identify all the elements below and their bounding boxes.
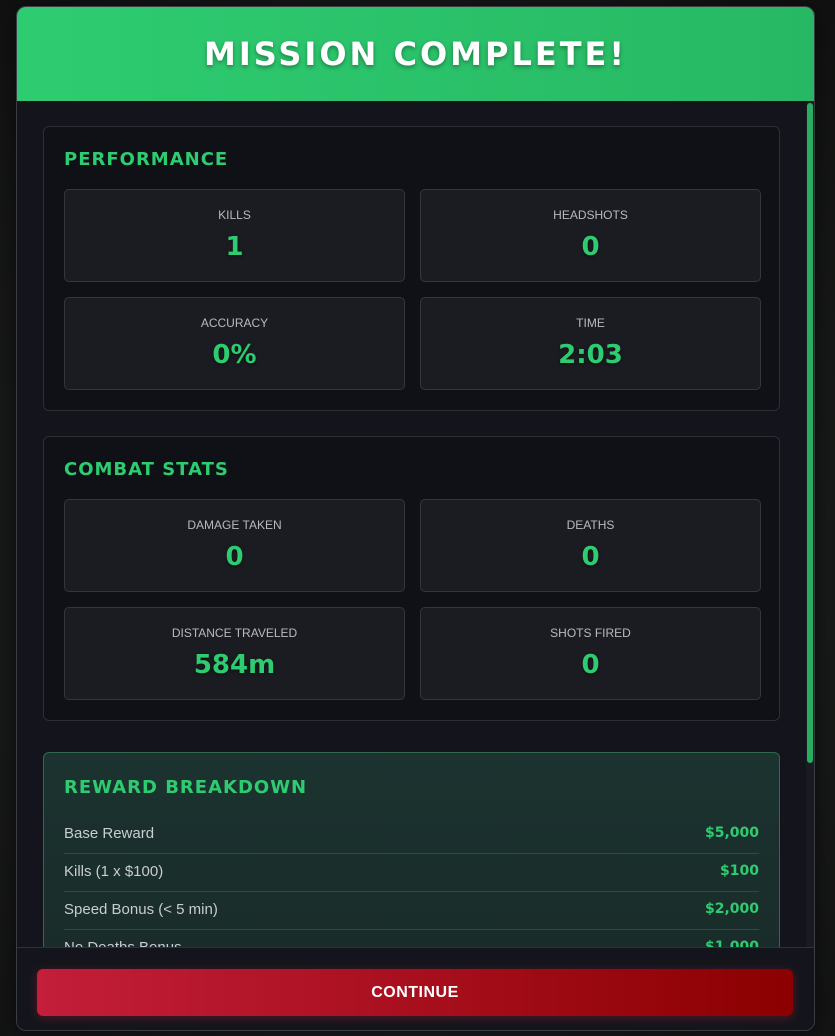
reward-row-base: Base Reward $5,000 — [64, 816, 759, 854]
reward-row-speed-bonus: Speed Bonus (< 5 min) $2,000 — [64, 892, 759, 930]
stat-label: ACCURACY — [200, 316, 269, 330]
modal-header: MISSION COMPLETE! — [17, 7, 814, 101]
stat-label: DISTANCE TRAVELED — [171, 626, 298, 640]
scrollbar-thumb[interactable] — [807, 103, 813, 763]
stat-label: DEATHS — [566, 518, 615, 532]
stat-value: 0 — [581, 232, 600, 262]
stat-label: KILLS — [218, 208, 251, 222]
combat-stats-title: COMBAT STATS — [64, 459, 229, 480]
reward-label: Kills (1 x $100) — [64, 863, 164, 880]
reward-value: $5,000 — [704, 825, 759, 841]
reward-row-no-deaths-bonus: No Deaths Bonus $1,000 — [64, 930, 759, 947]
stat-value: 0 — [225, 542, 244, 572]
stat-value: 2:03 — [558, 340, 623, 370]
stat-card-accuracy: ACCURACY 0% — [64, 297, 405, 390]
reward-label: Base Reward — [64, 825, 155, 842]
performance-section: PERFORMANCE KILLS 1 HEADSHOTS 0 ACCURACY… — [43, 126, 780, 411]
reward-row-kills: Kills (1 x $100) $100 — [64, 854, 759, 892]
stat-card-time: TIME 2:03 — [420, 297, 761, 390]
modal-footer: CONTINUE — [17, 947, 814, 1030]
stat-card-kills: KILLS 1 — [64, 189, 405, 282]
reward-breakdown-title: REWARD BREAKDOWN — [64, 777, 308, 798]
stat-value: 0 — [581, 542, 600, 572]
continue-button[interactable]: CONTINUE — [37, 969, 793, 1016]
stat-label: SHOTS FIRED — [550, 626, 631, 640]
stat-card-shots-fired: SHOTS FIRED 0 — [420, 607, 761, 700]
stat-card-damage-taken: DAMAGE TAKEN 0 — [64, 499, 405, 592]
mission-complete-modal: MISSION COMPLETE! PERFORMANCE KILLS 1 HE… — [16, 6, 815, 1031]
reward-label: Speed Bonus (< 5 min) — [64, 901, 218, 918]
stat-value: 0 — [581, 650, 600, 680]
reward-label: No Deaths Bonus — [64, 939, 182, 947]
reward-value: $1,000 — [704, 939, 759, 947]
reward-value: $100 — [720, 863, 759, 879]
stat-value: 1 — [225, 232, 244, 262]
stat-label: TIME — [576, 316, 605, 330]
stat-label: HEADSHOTS — [553, 208, 628, 222]
stat-label: DAMAGE TAKEN — [187, 518, 282, 532]
combat-stats-section: COMBAT STATS DAMAGE TAKEN 0 DEATHS 0 DIS… — [43, 436, 780, 721]
modal-title: MISSION COMPLETE! — [204, 35, 627, 73]
reward-breakdown-section: REWARD BREAKDOWN Base Reward $5,000 Kill… — [43, 752, 780, 947]
reward-value: $2,000 — [704, 901, 759, 917]
stat-card-distance-traveled: DISTANCE TRAVELED 584m — [64, 607, 405, 700]
stat-value: 0% — [212, 340, 257, 370]
stat-card-deaths: DEATHS 0 — [420, 499, 761, 592]
results-scroll-area[interactable]: PERFORMANCE KILLS 1 HEADSHOTS 0 ACCURACY… — [17, 101, 814, 947]
performance-title: PERFORMANCE — [64, 149, 229, 170]
stat-value: 584m — [193, 650, 276, 680]
stat-card-headshots: HEADSHOTS 0 — [420, 189, 761, 282]
